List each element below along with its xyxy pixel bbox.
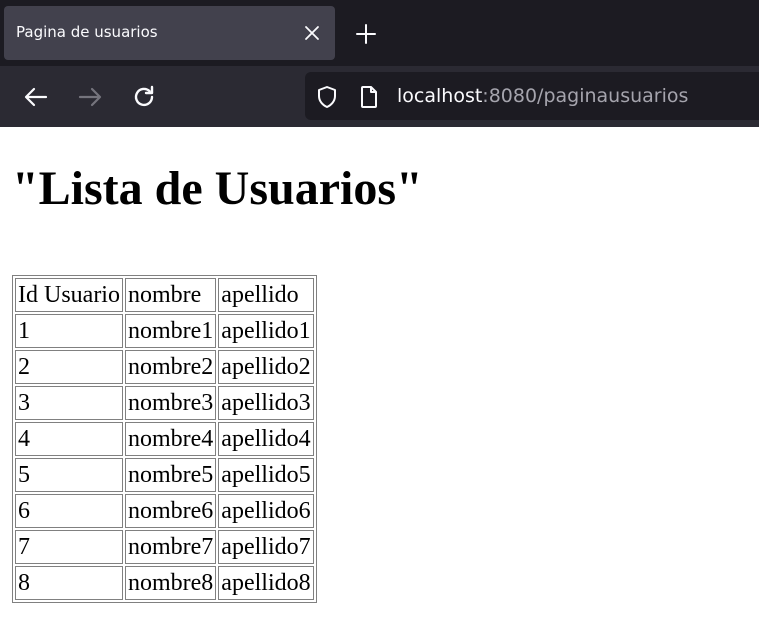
table-cell: nombre5 [124, 458, 217, 492]
url-text: localhost:8080/paginausuarios [397, 85, 688, 107]
page-title: "Lista de Usuarios" [12, 162, 423, 215]
table-row: 3 nombre3 apellido3 [15, 386, 314, 420]
plus-icon[interactable] [352, 20, 380, 48]
table-cell: nombre4 [124, 422, 217, 456]
table-cell: apellido5 [218, 458, 314, 492]
table-row: 4 nombre4 apellido4 [15, 422, 314, 456]
table-cell: nombre2 [124, 350, 217, 384]
address-bar[interactable]: localhost:8080/paginausuarios [305, 72, 759, 120]
table-cell: 5 [15, 458, 123, 492]
table-cell: 6 [15, 494, 123, 528]
table-cell: apellido8 [218, 566, 314, 600]
table-row: 6 nombre6 apellido6 [15, 494, 314, 528]
url-path: :8080/paginausuarios [482, 85, 689, 107]
table-cell: nombre6 [124, 494, 217, 528]
reload-icon[interactable] [129, 82, 159, 112]
tab-strip: Pagina de usuarios [0, 0, 759, 66]
table-cell: apellido7 [218, 530, 314, 564]
table-cell: apellido4 [218, 422, 314, 456]
table-cell: 1 [15, 314, 123, 348]
url-host: localhost [397, 85, 483, 107]
table-cell: nombre1 [124, 314, 217, 348]
table-cell: apellido1 [218, 314, 314, 348]
table-row: 2 nombre2 apellido2 [15, 350, 314, 384]
table-row: 7 nombre7 apellido7 [15, 530, 314, 564]
table-row: 8 nombre8 apellido8 [15, 566, 314, 600]
table-row: 5 nombre5 apellido5 [15, 458, 314, 492]
users-table: Id Usuario nombre apellido 1 nombre1 apellido… [12, 275, 317, 603]
table-cell: apellido2 [218, 350, 314, 384]
table-cell: apellido6 [218, 494, 314, 528]
page-icon[interactable] [357, 84, 381, 110]
table-cell: nombre3 [124, 386, 217, 420]
nav-toolbar: localhost:8080/paginausuarios [0, 66, 759, 127]
table-cell: nombre8 [124, 566, 217, 600]
table-header-cell: Id Usuario [15, 278, 123, 312]
table-cell: nombre7 [124, 530, 217, 564]
table-cell: 4 [15, 422, 123, 456]
table-header-cell: nombre [124, 278, 217, 312]
table-cell: apellido3 [218, 386, 314, 420]
table-header-cell: apellido [218, 278, 314, 312]
tab-active[interactable]: Pagina de usuarios [4, 6, 335, 60]
close-icon[interactable] [301, 22, 323, 44]
table-cell: 3 [15, 386, 123, 420]
table-header-row: Id Usuario nombre apellido [15, 278, 314, 312]
table-cell: 2 [15, 350, 123, 384]
forward-arrow-icon[interactable] [75, 82, 105, 112]
page-content: "Lista de Usuarios" Id Usuario nombre apel… [0, 127, 759, 635]
table-cell: 7 [15, 530, 123, 564]
table-cell: 8 [15, 566, 123, 600]
shield-icon[interactable] [315, 84, 339, 110]
table-row: 1 nombre1 apellido1 [15, 314, 314, 348]
back-arrow-icon[interactable] [21, 82, 51, 112]
tab-title: Pagina de usuarios [16, 23, 158, 41]
